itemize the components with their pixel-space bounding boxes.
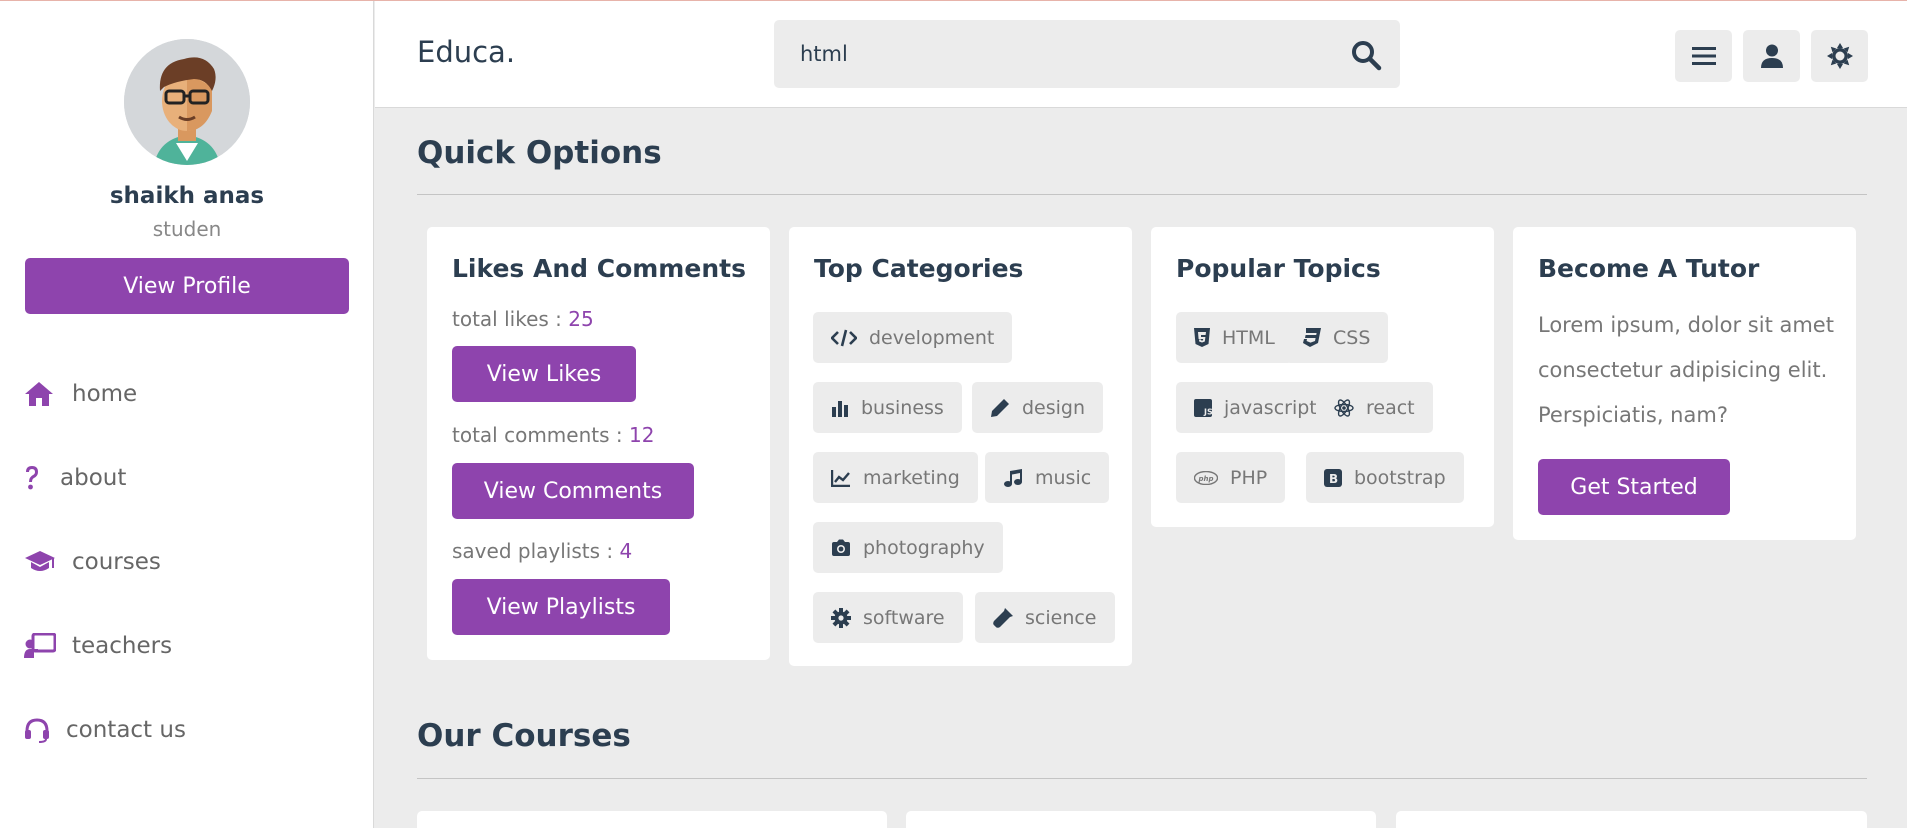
profile-role: studen (152, 217, 222, 241)
question-icon (24, 463, 46, 493)
headset-icon (24, 715, 52, 745)
popular-topics-card: Popular Topics HTML CSS JS javascript re… (1151, 227, 1494, 527)
php-icon: php (1194, 470, 1218, 485)
sun-icon (1826, 43, 1853, 69)
svg-text:php: php (1198, 475, 1214, 483)
sidebar: shaikh anas studen View Profile home abo… (0, 1, 374, 828)
card-title: Popular Topics (1176, 254, 1381, 283)
view-likes-button[interactable]: View Likes (452, 346, 636, 402)
tag-photography[interactable]: photography (813, 522, 1003, 573)
avatar[interactable] (124, 39, 250, 165)
css3-icon (1303, 328, 1321, 347)
nav-item-home[interactable]: home (24, 374, 137, 414)
tag-science[interactable]: science (975, 592, 1115, 643)
nav-item-contact-us[interactable]: contact us (24, 710, 186, 750)
total-likes-stat: total likes : 25 (452, 307, 594, 331)
music-icon (1004, 468, 1022, 487)
graduation-cap-icon (24, 547, 58, 577)
tag-development[interactable]: development (813, 312, 1013, 363)
tag-react[interactable]: react (1316, 382, 1433, 433)
tag-javascript[interactable]: JS javascript (1176, 382, 1335, 433)
header: Educa. (375, 1, 1907, 108)
top-categories-card: Top Categories development business desi… (789, 227, 1132, 666)
quick-options-title: Quick Options (417, 135, 662, 171)
nav-item-about[interactable]: about (24, 458, 126, 498)
total-likes-value: 25 (568, 307, 594, 331)
tag-php[interactable]: php PHP (1176, 452, 1286, 503)
become-tutor-card: Become A Tutor Lorem ipsum, dolor sit am… (1513, 227, 1856, 540)
svg-text:B: B (1329, 472, 1338, 486)
tag-css[interactable]: CSS (1285, 312, 1389, 363)
code-icon (831, 329, 857, 346)
theme-toggle-button[interactable] (1811, 30, 1868, 82)
nav-label: contact us (66, 717, 186, 743)
course-card[interactable] (906, 811, 1376, 828)
vial-icon (993, 607, 1013, 628)
home-icon (24, 379, 58, 409)
course-card[interactable] (1396, 811, 1867, 828)
total-comments-value: 12 (628, 423, 655, 447)
svg-text:JS: JS (1203, 407, 1212, 416)
user-button[interactable] (1743, 30, 1800, 82)
course-card[interactable] (417, 811, 887, 828)
card-title: Top Categories (814, 254, 1024, 283)
card-title: Become A Tutor (1538, 254, 1760, 283)
total-comments-stat: total comments : 12 (452, 423, 655, 447)
nav-item-courses[interactable]: courses (24, 542, 161, 582)
nav-label: courses (72, 549, 161, 575)
html5-icon (1194, 328, 1210, 347)
nav-label: teachers (72, 633, 173, 659)
chart-bar-icon (832, 400, 848, 417)
card-title: Likes And Comments (452, 254, 746, 283)
get-started-button[interactable]: Get Started (1538, 459, 1730, 515)
view-playlists-button[interactable]: View Playlists (452, 579, 670, 635)
tag-design[interactable]: design (972, 382, 1104, 433)
divider (417, 778, 1867, 779)
pencil-icon (991, 398, 1009, 417)
search-bar (774, 20, 1400, 88)
menu-button[interactable] (1675, 30, 1732, 82)
avatar-illustration-icon (124, 39, 250, 165)
nav-item-teachers[interactable]: teachers (24, 626, 172, 666)
profile-name: shaikh anas (109, 183, 265, 209)
saved-playlists-value: 4 (619, 539, 633, 563)
logo[interactable]: Educa. (417, 35, 515, 69)
javascript-icon: JS (1194, 398, 1212, 417)
tag-business[interactable]: business (813, 382, 962, 433)
bootstrap-icon: B (1324, 468, 1342, 487)
react-icon (1334, 398, 1354, 417)
saved-playlists-stat: saved playlists : 4 (452, 539, 633, 563)
view-profile-button[interactable]: View Profile (25, 258, 349, 314)
user-icon (1760, 44, 1783, 68)
search-input[interactable] (774, 20, 1334, 88)
view-comments-button[interactable]: View Comments (452, 463, 694, 519)
tag-html[interactable]: HTML (1176, 312, 1293, 363)
tag-marketing[interactable]: marketing (813, 452, 978, 503)
chalkboard-teacher-icon (24, 631, 58, 661)
tutor-description: Lorem ipsum, dolor sit amet consectetur … (1538, 313, 1834, 427)
search-icon[interactable] (1350, 39, 1382, 71)
tag-bootstrap[interactable]: B bootstrap (1306, 452, 1464, 503)
chart-line-icon (831, 469, 850, 487)
nav-label: home (72, 381, 138, 407)
nav-label: about (60, 465, 127, 491)
tag-software[interactable]: software (813, 592, 963, 643)
tag-music[interactable]: music (985, 452, 1110, 503)
our-courses-title: Our Courses (417, 718, 631, 754)
menu-icon (1691, 47, 1716, 65)
cog-icon (831, 607, 851, 628)
likes-comments-card: Likes And Comments total likes : 25 View… (427, 227, 770, 660)
divider (417, 194, 1867, 195)
camera-icon (832, 539, 850, 556)
